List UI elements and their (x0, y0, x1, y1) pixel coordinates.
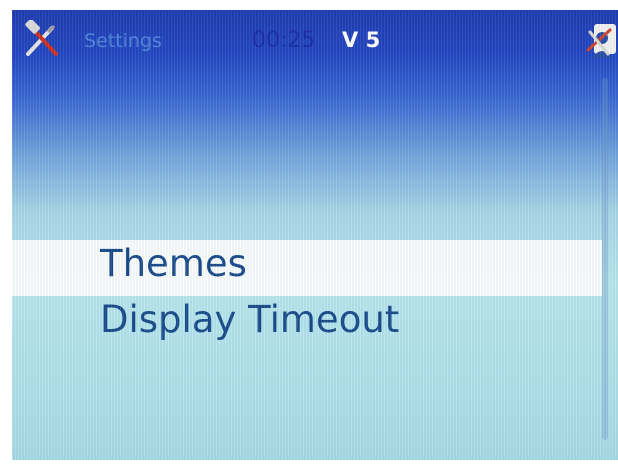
menu-item-label: Display Timeout (100, 298, 400, 341)
app-title: Settings (84, 30, 162, 52)
clock: 00:25 (252, 28, 316, 53)
device-frame: Settings 00:25 V 5 Themes Display Timeou… (0, 0, 618, 466)
screen: Settings 00:25 V 5 Themes Display Timeou… (12, 10, 618, 460)
version-label: V 5 (342, 28, 381, 52)
status-bar: Settings 00:25 V 5 (12, 10, 618, 62)
profile-tools-icon (580, 20, 618, 60)
settings-tools-icon (22, 19, 62, 60)
menu-item-themes[interactable]: Themes (12, 240, 602, 296)
menu-item-display-timeout[interactable]: Display Timeout (12, 296, 602, 352)
menu-item-label: Themes (100, 242, 247, 285)
settings-menu: Themes Display Timeout (12, 240, 618, 352)
